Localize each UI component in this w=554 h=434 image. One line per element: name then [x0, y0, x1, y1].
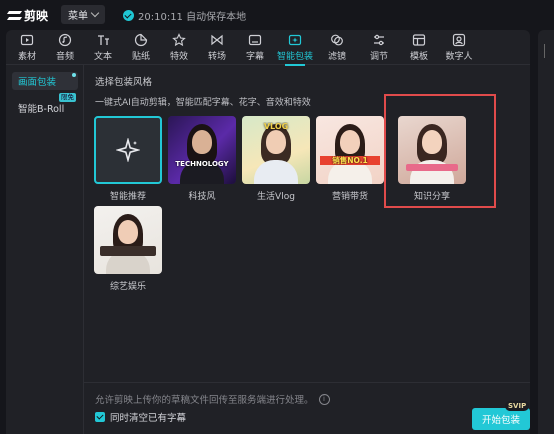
tab-label: 滤镜	[327, 52, 346, 62]
tab-caption[interactable]: 字幕	[236, 33, 274, 63]
style-name: 综艺娱乐	[109, 282, 146, 292]
menu-button[interactable]: 菜单	[61, 5, 105, 24]
style-thumbnail: TECHNOLOGY	[168, 116, 236, 184]
checkbox-label: 同时清空已有字幕	[110, 413, 187, 424]
style-card-vlog[interactable]: VLOG 生活Vlog	[242, 116, 310, 202]
tab-media[interactable]: 素材	[8, 33, 46, 63]
media-icon	[20, 34, 34, 46]
upload-notice: 允许剪映上传你的草稿文件回传至服务端进行处理。 i	[95, 392, 330, 406]
upload-notice-text: 允许剪映上传你的草稿文件回传至服务端进行处理。	[95, 395, 314, 406]
clear-captions-option[interactable]: 同时清空已有字幕	[95, 410, 186, 424]
tab-label: 字幕	[245, 52, 264, 62]
sidebar: 画面包装 智能B-Roll 限免	[6, 65, 84, 434]
thumb-caption-bar	[100, 246, 156, 256]
section-title: 选择包装风格	[95, 77, 153, 88]
tab-smart-package[interactable]: 智能包装	[276, 33, 314, 66]
thumb-face	[340, 130, 360, 154]
style-name: 智能推荐	[109, 192, 146, 202]
style-thumbnail	[94, 206, 162, 274]
style-name: 科技风	[188, 192, 216, 202]
smart-package-panel: 素材 音频 文本 贴纸 特效 转场 字幕 智能包装 滤镜 调节 模板 数字人 画…	[6, 30, 530, 434]
thumb-caption: 销售NO.1	[320, 156, 380, 165]
tab-sticker[interactable]: 贴纸	[122, 33, 160, 63]
style-name: 生活Vlog	[257, 192, 295, 202]
style-card-smart-recommend[interactable]: 智能推荐	[94, 116, 162, 202]
digital-human-icon	[452, 33, 466, 47]
info-icon[interactable]: i	[318, 393, 330, 405]
save-status: 20:10:11 自动保存本地	[123, 8, 246, 23]
tool-tabs: 素材 音频 文本 贴纸 特效 转场 字幕 智能包装 滤镜 调节 模板 数字人	[6, 30, 530, 66]
adjust-icon	[374, 34, 384, 46]
checkbox-checked-icon[interactable]	[95, 412, 105, 422]
tab-template[interactable]: 模板	[400, 33, 438, 63]
thumb-caption: VLOG	[263, 122, 289, 131]
free-badge: 限免	[59, 93, 76, 102]
tab-label: 调节	[369, 52, 388, 62]
app-logo: 剪映	[8, 7, 48, 24]
tab-label: 音频	[55, 52, 74, 62]
new-indicator	[72, 73, 76, 77]
menu-label: 菜单	[68, 11, 88, 22]
style-thumbnail: 销售NO.1	[316, 116, 384, 184]
tab-transition[interactable]: 转场	[198, 33, 236, 63]
thumb-face	[266, 130, 286, 154]
sidebar-item-label: 画面包装	[18, 77, 57, 88]
svip-badge: SVIP	[505, 401, 530, 411]
thumb-face	[118, 220, 138, 244]
tab-label: 特效	[169, 52, 188, 62]
style-thumbnail: VLOG	[242, 116, 310, 184]
tab-label: 贴纸	[131, 52, 150, 62]
tab-label: 模板	[409, 52, 428, 62]
panel-divider	[544, 44, 545, 58]
tab-label: 转场	[207, 52, 226, 62]
chevron-down-icon	[90, 8, 100, 18]
sidebar-item-frame-package[interactable]: 画面包装	[12, 72, 78, 90]
sticker-icon	[134, 33, 148, 47]
section-description: 一键式AI自动剪辑，智能匹配字幕、花字、音效和特效	[95, 98, 311, 108]
caption-icon	[248, 34, 262, 46]
start-package-button[interactable]: 开始包装	[472, 408, 530, 430]
tab-effects[interactable]: 特效	[160, 33, 198, 63]
check-circle-icon	[123, 10, 134, 21]
highlight-box	[384, 94, 496, 208]
tab-label: 文本	[93, 52, 112, 62]
tab-adjust[interactable]: 调节	[360, 33, 398, 63]
app-name: 剪映	[24, 9, 49, 23]
thumb-face	[192, 130, 212, 154]
text-icon	[98, 35, 109, 45]
style-card-marketing[interactable]: 销售NO.1 营销带货	[316, 116, 384, 202]
title-bar: 剪映 菜单 20:10:11 自动保存本地	[0, 0, 554, 30]
thumb-caption: TECHNOLOGY	[175, 160, 229, 168]
transition-icon	[211, 34, 223, 46]
tab-filter[interactable]: 滤镜	[318, 33, 356, 63]
style-card-tech[interactable]: TECHNOLOGY 科技风	[168, 116, 236, 202]
smart-package-icon	[288, 34, 302, 46]
preview-panel-edge	[538, 30, 554, 434]
tab-audio[interactable]: 音频	[46, 33, 84, 63]
tab-label: 数字人	[445, 52, 473, 62]
save-status-text: 20:10:11 自动保存本地	[138, 12, 247, 23]
style-thumbnail	[94, 116, 162, 184]
sidebar-item-smart-broll[interactable]: 智能B-Roll 限免	[12, 93, 78, 117]
tab-label: 智能包装	[276, 52, 313, 62]
tab-text[interactable]: 文本	[84, 33, 122, 63]
tab-digital-human[interactable]: 数字人	[440, 33, 478, 63]
sidebar-item-label: 智能B-Roll	[18, 104, 65, 115]
style-name: 营销带货	[331, 192, 368, 202]
sparkle-icon	[116, 138, 140, 162]
audio-icon	[58, 33, 72, 47]
template-icon	[412, 34, 426, 46]
style-card-variety[interactable]: 综艺娱乐	[94, 206, 162, 292]
filter-icon	[331, 34, 343, 46]
effects-icon	[172, 33, 186, 47]
divider	[83, 382, 530, 383]
capcut-logo-icon	[8, 9, 21, 22]
tab-label: 素材	[17, 52, 36, 62]
